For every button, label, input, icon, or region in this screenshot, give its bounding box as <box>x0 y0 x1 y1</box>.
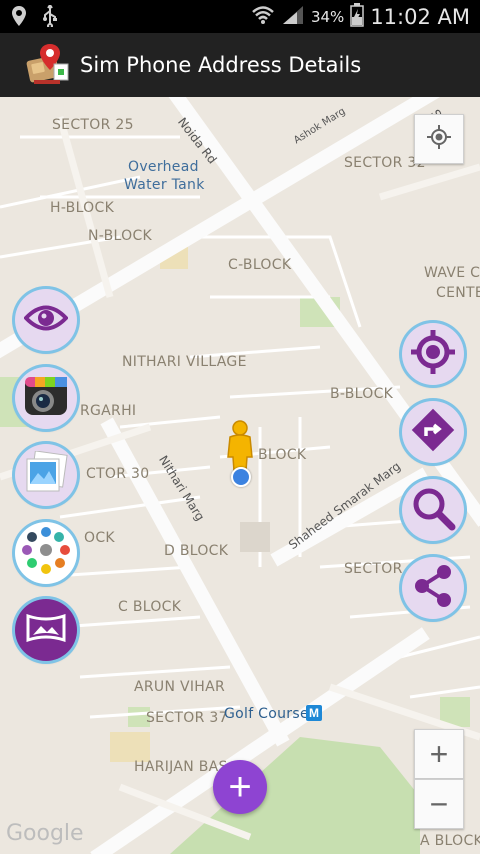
map-label-block-mid: BLOCK <box>258 447 307 463</box>
eye-icon <box>23 303 69 338</box>
color-palette-icon <box>19 524 73 583</box>
camera-button[interactable] <box>15 367 77 429</box>
map-label-ctor30: CTOR 30 <box>86 466 150 482</box>
map-label-overhead: Overhead <box>128 159 199 175</box>
map-label-wave: WAVE C <box>424 265 480 281</box>
directions-button[interactable] <box>402 401 464 463</box>
search-button[interactable] <box>402 479 464 541</box>
panorama-icon <box>26 613 66 647</box>
map-label-golf-course: Golf Course <box>224 706 309 722</box>
map-label-ock: OCK <box>84 530 115 546</box>
camera-icon <box>21 373 71 424</box>
color-palette-button[interactable] <box>15 522 77 584</box>
map-label-argarhi: RGARHI <box>80 403 137 419</box>
map-label-sector25: SECTOR 25 <box>52 117 134 133</box>
view-button[interactable] <box>15 289 77 351</box>
my-location-button[interactable] <box>414 114 464 164</box>
current-location-dot <box>231 467 251 487</box>
battery-percent: 34% <box>310 8 345 26</box>
app-bar: Sim Phone Address Details <box>0 33 480 97</box>
target-button[interactable] <box>402 323 464 385</box>
map-label-d-block: D BLOCK <box>164 543 229 559</box>
gallery-button[interactable] <box>15 444 77 506</box>
my-location-icon <box>426 124 452 155</box>
sim-map-pin-icon <box>26 42 72 88</box>
map-label-c-block-lower: C BLOCK <box>118 599 182 615</box>
map-label-a-block: A BLOCK <box>420 833 480 849</box>
wifi-icon <box>251 5 275 29</box>
share-button[interactable] <box>402 557 464 619</box>
status-bar: 34% 11:02 AM <box>0 0 480 33</box>
map-label-sector37: SECTOR 37 <box>146 710 228 726</box>
map-label-water-tank: Water Tank <box>124 177 205 193</box>
zoom-in-button[interactable]: + <box>414 729 464 779</box>
map-label-c-block-top: C-BLOCK <box>228 257 292 273</box>
map-label-sector-right: SECTOR <box>344 561 403 577</box>
map-label-nithari-village: NITHARI VILLAGE <box>122 354 247 370</box>
signal-icon <box>281 4 305 30</box>
add-fab-button[interactable]: + <box>213 760 267 814</box>
directions-icon <box>408 405 458 460</box>
target-icon <box>409 328 457 381</box>
map-label-harijan: HARIJAN BAS <box>134 759 228 775</box>
map-label-b-block: B-BLOCK <box>330 386 394 402</box>
map-label-n-block: N-BLOCK <box>88 228 153 244</box>
google-logo: Google <box>6 821 84 846</box>
gallery-icon <box>23 449 69 500</box>
map-label-arun-vihar: ARUN VIHAR <box>134 679 226 695</box>
zoom-out-button[interactable]: − <box>414 779 464 829</box>
clock: 11:02 AM <box>370 5 470 29</box>
battery-icon <box>350 3 365 31</box>
usb-icon <box>42 3 58 31</box>
location-pin-icon <box>10 5 28 31</box>
share-icon <box>410 563 456 614</box>
metro-station-icon[interactable]: M <box>306 705 322 721</box>
search-icon <box>410 485 456 536</box>
app-title: Sim Phone Address Details <box>80 53 362 77</box>
map-label-cente: CENTE <box>436 285 480 301</box>
map-label-h-block: H-BLOCK <box>50 200 115 216</box>
panorama-button[interactable] <box>15 599 77 661</box>
